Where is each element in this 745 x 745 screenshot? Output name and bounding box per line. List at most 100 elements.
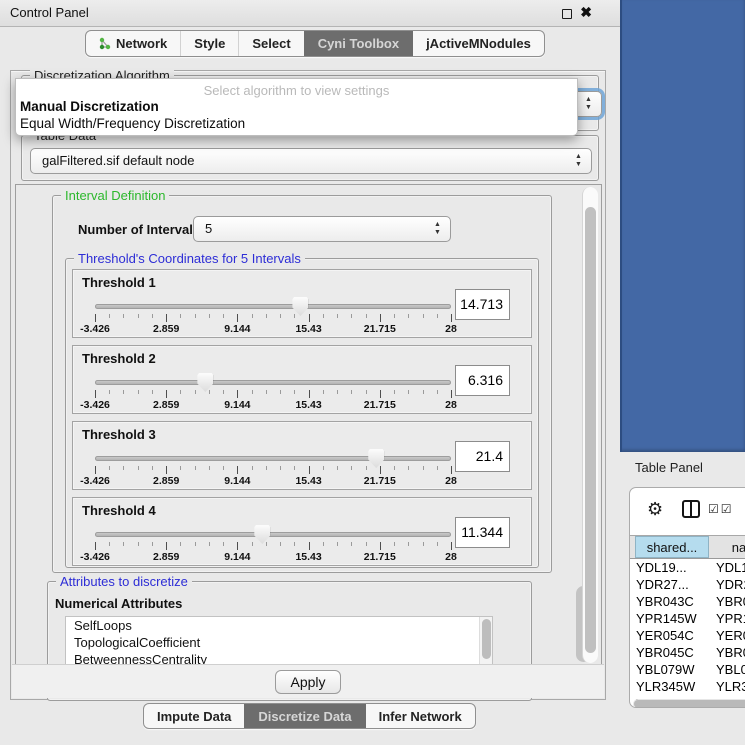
- table-row[interactable]: YPR145W YPR1: [630, 610, 745, 627]
- thresholds-group-title: Threshold's Coordinates for 5 Intervals: [74, 251, 305, 266]
- table-data-combobox[interactable]: galFiltered.sif default node ▲▼: [30, 148, 592, 174]
- network-window-frame: GAL80GCGAL11GAL4GCY1HHAP2: [620, 0, 745, 452]
- combo-arrows-icon: ▲▼: [574, 153, 583, 169]
- table-cell[interactable]: YBR0: [716, 593, 745, 610]
- table-row[interactable]: YBL079W YBL0: [630, 661, 745, 678]
- popup-item-manual-discretization[interactable]: Manual Discretization: [16, 98, 577, 115]
- threshold-slider[interactable]: -3.4262.8599.14415.4321.71528: [95, 448, 451, 488]
- table-cell[interactable]: YBL0: [716, 661, 745, 678]
- tab-label: Discretize Data: [258, 709, 351, 724]
- table-row[interactable]: YDR27... YDR2: [630, 576, 745, 593]
- network-icon: [99, 37, 111, 50]
- tab-label: Impute Data: [157, 709, 231, 724]
- tab-label: Select: [252, 36, 290, 51]
- threshold-value-field[interactable]: 21.4: [455, 441, 510, 472]
- slider-track[interactable]: [95, 456, 451, 461]
- table-cell[interactable]: YBL079W: [636, 661, 695, 678]
- table-cell[interactable]: YDL1: [716, 559, 745, 576]
- panel-title: Control Panel: [10, 0, 89, 26]
- table-header-row: shared...na: [630, 535, 745, 559]
- threshold-value-field[interactable]: 6.316: [455, 365, 510, 396]
- table-row[interactable]: YLR345W YLR3: [630, 678, 745, 695]
- table-panel-title: Table Panel: [635, 460, 703, 475]
- select-columns-checkboxes-icon[interactable]: ☑☑: [708, 502, 734, 516]
- columns-icon[interactable]: [682, 500, 700, 518]
- slider-track[interactable]: [95, 532, 451, 537]
- slider-track[interactable]: [95, 380, 451, 385]
- number-of-intervals-value: 5: [205, 221, 212, 236]
- tab-network[interactable]: Network: [86, 31, 180, 56]
- threshold-panel-threshold-3: Threshold 3-3.4262.8599.14415.4321.71528…: [72, 421, 532, 490]
- threshold-value-field[interactable]: 14.713: [455, 289, 510, 320]
- thresholds-group: Threshold's Coordinates for 5 Intervals …: [65, 258, 539, 568]
- scrollbar-thumb[interactable]: [482, 619, 491, 659]
- threshold-label: Threshold 2: [82, 351, 156, 366]
- attribute-items: SelfLoopsTopologicalCoefficientBetweenne…: [66, 617, 492, 666]
- slider-track[interactable]: [95, 304, 451, 309]
- table-cell[interactable]: YLR3: [716, 678, 745, 695]
- interval-definition-group: Interval Definition Number of Intervals …: [52, 195, 552, 573]
- tab-jactivemnodules[interactable]: jActiveMNodules: [412, 31, 544, 56]
- tab-style[interactable]: Style: [180, 31, 238, 56]
- table-panel-card: ⚙ ☑☑ shared...na YDL19...YDL1YDR27...YDR…: [629, 487, 745, 708]
- table-cell[interactable]: YBR043C: [636, 593, 694, 610]
- table-row[interactable]: YDL19... YDL1: [630, 559, 745, 576]
- combo-arrows-icon: ▲▼: [433, 221, 442, 237]
- table-data-value: galFiltered.sif default node: [42, 153, 194, 168]
- combo-arrows-icon: ▲▼: [584, 96, 593, 112]
- tab-label: Network: [116, 36, 167, 51]
- top-tabs: Network Style Select Cyni Toolbox jActiveMNo…: [85, 30, 545, 57]
- threshold-value-field[interactable]: 11.344: [455, 517, 510, 548]
- tab-label: jActiveMNodules: [426, 36, 531, 51]
- close-icon[interactable]: ✖: [580, 4, 592, 21]
- column-header-na[interactable]: na: [710, 536, 745, 558]
- numerical-attributes-list[interactable]: SelfLoopsTopologicalCoefficientBetweenne…: [65, 616, 493, 666]
- threshold-label: Threshold 4: [82, 503, 156, 518]
- algorithm-dropdown-popup: Select algorithm to view settings Manual…: [15, 78, 578, 136]
- threshold-slider[interactable]: -3.4262.8599.14415.4321.71528: [95, 524, 451, 564]
- threshold-panel-threshold-2: Threshold 2 -3.4262.8599.14415.4321.71528…: [72, 345, 532, 414]
- apply-button[interactable]: Apply: [275, 670, 340, 694]
- number-of-intervals-label: Number of Intervals: [78, 222, 200, 237]
- popup-item-equal-width-frequency[interactable]: Equal Width/Frequency Discretization: [16, 115, 577, 132]
- attributes-list-scrollbar[interactable]: [479, 617, 492, 665]
- table-cell[interactable]: YER0: [716, 627, 745, 644]
- table-cell[interactable]: YPR1: [716, 610, 745, 627]
- slider-tick-labels: -3.4262.8599.14415.4321.71528: [95, 551, 451, 563]
- threshold-slider[interactable]: -3.4262.8599.14415.4321.71528: [95, 296, 451, 336]
- tab-infer-network[interactable]: Infer Network: [365, 704, 475, 728]
- attribute-item-topologicalcoefficient[interactable]: TopologicalCoefficient: [66, 634, 492, 651]
- slider-ticks: [95, 542, 451, 551]
- tab-discretize-data[interactable]: Discretize Data: [244, 704, 364, 728]
- table-row[interactable]: YER054C YER0: [630, 627, 745, 644]
- table-row[interactable]: YBR043C YBR0: [630, 593, 745, 610]
- float-window-icon[interactable]: [562, 9, 572, 19]
- table-cell[interactable]: YDR27...: [636, 576, 689, 593]
- tab-impute-data[interactable]: Impute Data: [144, 704, 244, 728]
- table-cell[interactable]: YPR145W: [636, 610, 697, 627]
- threshold-slider[interactable]: -3.4262.8599.14415.4321.71528: [95, 372, 451, 412]
- number-of-intervals-combobox[interactable]: 5 ▲▼: [193, 216, 451, 242]
- tab-select[interactable]: Select: [238, 31, 303, 56]
- table-cell[interactable]: YER054C: [636, 627, 694, 644]
- table-cell[interactable]: YDR2: [716, 576, 745, 593]
- attributes-group-title: Attributes to discretize: [56, 574, 192, 589]
- tab-cyni-toolbox[interactable]: Cyni Toolbox: [304, 31, 412, 56]
- table-horizontal-scrollbar[interactable]: [633, 699, 745, 708]
- column-header-shared-[interactable]: shared...: [635, 536, 709, 558]
- scrollbar-thumb[interactable]: [585, 207, 596, 653]
- gear-icon[interactable]: ⚙: [647, 499, 663, 519]
- table-cell[interactable]: YBR045C: [636, 644, 694, 661]
- panel-vertical-scrollbar[interactable]: [582, 187, 598, 663]
- table-cell[interactable]: YLR345W: [636, 678, 695, 695]
- attribute-item-selfloops[interactable]: SelfLoops: [66, 617, 492, 634]
- table-cell[interactable]: YBR0: [716, 644, 745, 661]
- slider-tick-labels: -3.4262.8599.14415.4321.71528: [95, 399, 451, 411]
- slider-ticks: [95, 314, 451, 323]
- table-row[interactable]: YBR045C YBR0: [630, 644, 745, 661]
- scrollbar-thumb[interactable]: [634, 700, 745, 708]
- thresholds-list: Threshold 1-3.4262.8599.14415.4321.71528…: [66, 269, 538, 573]
- tab-label: Cyni Toolbox: [318, 36, 399, 51]
- table-cell[interactable]: YDL19...: [636, 559, 687, 576]
- tab-label: Infer Network: [379, 709, 462, 724]
